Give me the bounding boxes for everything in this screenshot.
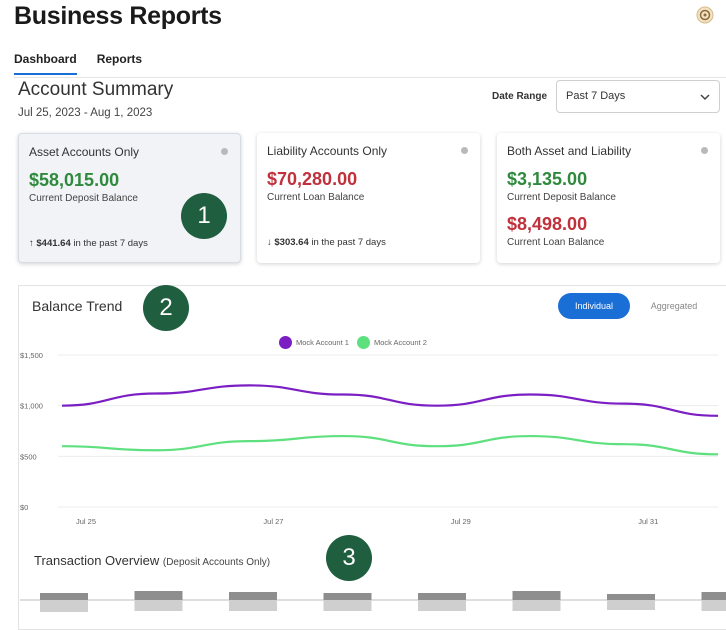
tx-deposit-bar	[512, 591, 561, 600]
tx-withdrawal-bar	[418, 600, 466, 611]
series-line	[61, 434, 719, 456]
step-badge-3: 3	[326, 535, 372, 581]
tx-deposit-bar	[323, 593, 372, 600]
balance-trend-chart: $1,500 $1,000 $500 $0 Jul 25 Jul 27 Jul 29 Jul …	[20, 351, 726, 612]
tx-withdrawal-bar	[40, 600, 88, 612]
y-tick-label: $500	[20, 452, 37, 461]
tx-deposit-bar	[229, 592, 277, 600]
tx-deposit-bar	[40, 593, 88, 600]
transaction-overview-title: Transaction Overview (Deposit Accounts O…	[34, 553, 271, 568]
tx-deposit-bar	[607, 594, 655, 600]
x-tick-label: Jul 29	[451, 517, 471, 526]
tx-withdrawal-bar	[607, 600, 655, 610]
tx-deposit-bar	[418, 593, 466, 600]
tx-withdrawal-bar	[701, 600, 726, 611]
tx-deposit-bar	[134, 591, 183, 600]
y-tick-label: $0	[20, 503, 28, 512]
x-tick-label: Jul 27	[263, 517, 283, 526]
tx-withdrawal-bar	[323, 600, 372, 611]
tx-withdrawal-bar	[512, 600, 561, 611]
tx-withdrawal-bar	[134, 600, 183, 611]
step-badge-1: 1	[181, 193, 227, 239]
y-tick-label: $1,500	[20, 351, 43, 360]
y-tick-label: $1,000	[20, 402, 43, 411]
x-tick-label: Jul 25	[76, 517, 96, 526]
tx-deposit-bar	[701, 592, 726, 600]
tx-withdrawal-bar	[229, 600, 277, 611]
step-badge-2: 2	[143, 285, 189, 331]
series-line	[61, 384, 719, 417]
x-tick-label: Jul 31	[638, 517, 658, 526]
